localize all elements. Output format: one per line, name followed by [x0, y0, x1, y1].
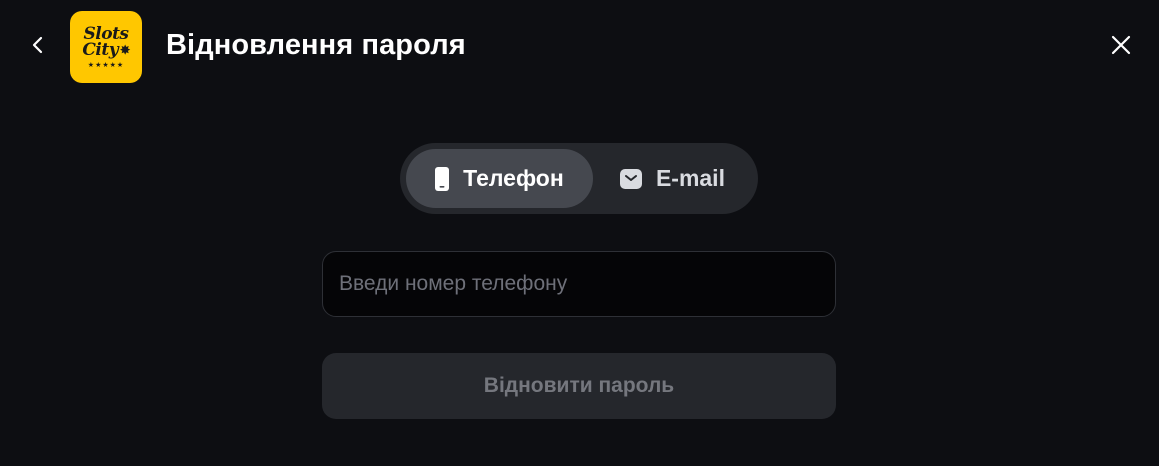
chevron-left-icon	[31, 35, 45, 60]
recovery-method-tabs: Телефон E-mail	[400, 143, 758, 214]
logo-stars: ★★★★★	[87, 61, 125, 69]
password-recovery-page: Slots City ✸ ★★★★★ Відновлення пароля Те…	[0, 0, 1159, 466]
phone-icon	[435, 166, 450, 191]
tab-phone-label: Телефон	[463, 165, 564, 191]
back-button[interactable]	[24, 32, 52, 62]
tab-phone[interactable]: Телефон	[406, 149, 593, 208]
burst-icon: ✸	[120, 42, 130, 57]
phone-input[interactable]	[322, 251, 836, 317]
mail-icon	[619, 168, 642, 189]
close-icon	[1111, 35, 1131, 60]
page-title: Відновлення пароля	[166, 29, 466, 61]
close-button[interactable]	[1106, 32, 1136, 62]
tab-email-label: E-mail	[655, 165, 725, 191]
slots-city-logo: Slots City ✸ ★★★★★	[70, 11, 142, 83]
restore-password-button[interactable]: Відновити пароль	[322, 353, 836, 419]
tab-email[interactable]: E-mail	[593, 149, 752, 208]
